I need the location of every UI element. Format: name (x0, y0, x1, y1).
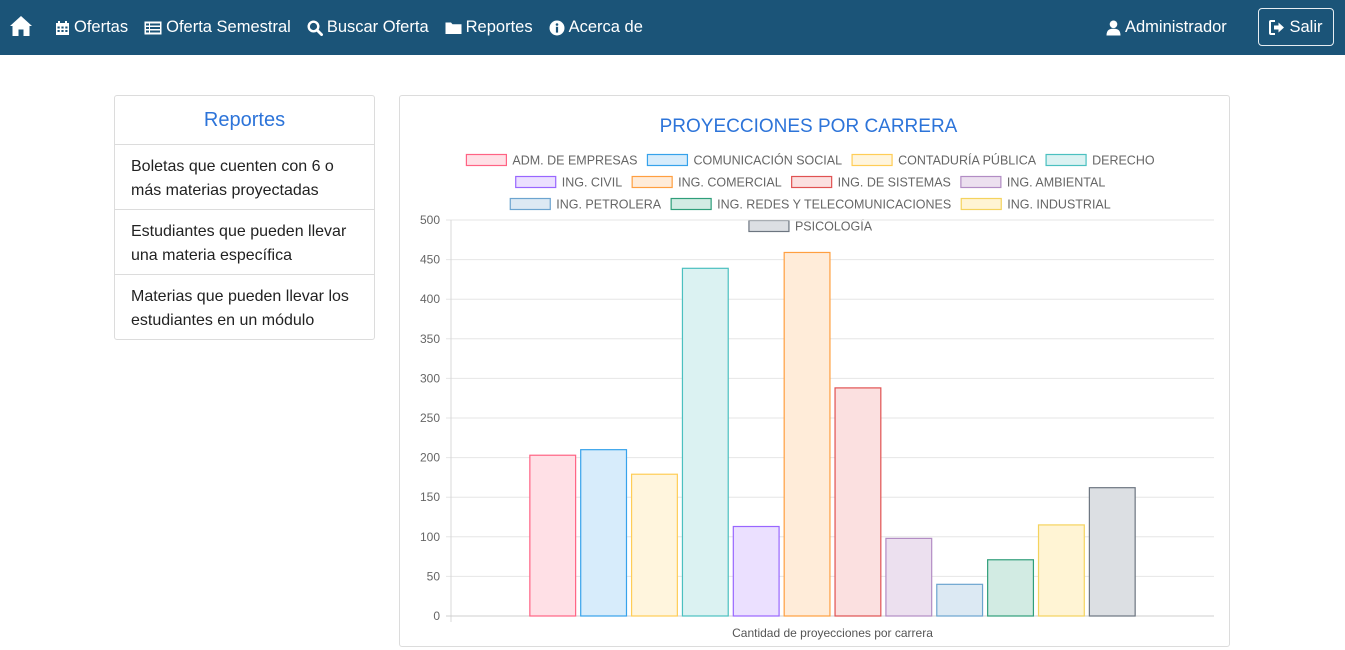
user-icon (1106, 20, 1121, 35)
bar (681, 267, 729, 617)
legend-label: ING. AMBIENTAL (1007, 176, 1105, 190)
legend-label: CONTADURÍA PÚBLICA (898, 153, 1037, 168)
legend-label: ING. INDUSTRIAL (1007, 198, 1111, 212)
legend-label: DERECHO (1092, 154, 1155, 168)
bar (630, 473, 678, 617)
folder-icon (445, 22, 462, 34)
legend-swatch (960, 175, 1002, 189)
legend-label: ING. DE SISTEMAS (838, 176, 951, 190)
legend-label: ING. COMERCIAL (678, 176, 782, 190)
legend-swatch (509, 197, 551, 211)
info-icon (549, 20, 565, 35)
sign-out-icon (1269, 19, 1285, 35)
legend-swatch (1045, 153, 1087, 167)
list-card-icon (144, 21, 162, 34)
legend-label: ADM. DE EMPRESAS (512, 154, 637, 168)
legend-label: PSICOLOGÍA (795, 219, 873, 234)
bar (732, 525, 780, 617)
legend-label: ING. PETROLERA (556, 198, 662, 212)
bar (529, 454, 577, 617)
y-tick-label: 200 (420, 451, 440, 465)
legend-label: ING. CIVIL (562, 176, 622, 190)
legend-swatch (791, 175, 833, 189)
user-name: Administrador (1125, 18, 1227, 36)
legend-swatch (515, 175, 557, 189)
x-axis-label: Cantidad de proyecciones por carrera (732, 626, 933, 640)
legend-swatch (631, 175, 673, 189)
nav-item-label: Acerca de (568, 18, 643, 36)
y-tick-label: 500 (420, 213, 440, 227)
reports-sidebar: Reportes Boletas que cuenten con 6 o más… (114, 95, 375, 340)
y-tick-label: 150 (420, 490, 440, 504)
y-tick-label: 0 (433, 609, 440, 623)
legend-swatch (646, 153, 689, 167)
nav-item-label: Buscar Oferta (326, 18, 429, 36)
legend-swatch (960, 197, 1002, 211)
legend-swatch (465, 153, 508, 167)
nav-item-ofertas[interactable]: Ofertas (55, 18, 128, 37)
nav-item-label: Oferta Semestral (166, 18, 291, 36)
logout-button[interactable]: Salir (1258, 8, 1334, 46)
legend-label: COMUNICACIÓN SOCIAL (693, 153, 842, 168)
top-navbar: Ofertas Oferta Semestral Buscar Oferta R… (0, 0, 1345, 55)
y-tick-label: 350 (420, 332, 440, 346)
bar (885, 537, 933, 617)
chart-title: PROYECCIONES POR CARRERA (660, 116, 958, 137)
nav-item-buscar-oferta[interactable]: Buscar Oferta (307, 18, 429, 37)
legend-swatch (670, 197, 712, 211)
y-tick-label: 450 (420, 253, 440, 267)
search-icon (307, 19, 323, 36)
y-tick-label: 50 (427, 569, 441, 583)
nav-item-oferta-semestral[interactable]: Oferta Semestral (144, 18, 291, 37)
bar (834, 387, 882, 617)
legend-swatch (748, 219, 790, 233)
bar (1088, 487, 1136, 617)
bar (987, 559, 1035, 617)
sidebar-item-materias-modulo[interactable]: Materias que pueden llevar los estudiant… (115, 275, 374, 340)
legend-swatch (851, 153, 893, 167)
projections-bar-chart: PROYECCIONES POR CARRERA ADM. DE EMPRESAS… (420, 116, 1214, 640)
sidebar-item-estudiantes-materia[interactable]: Estudiantes que pueden llevar una materi… (115, 210, 374, 275)
nav-item-acerca-de[interactable]: Acerca de (549, 18, 643, 37)
y-tick-label: 300 (420, 371, 440, 385)
home-icon[interactable] (9, 15, 33, 39)
y-tick-label: 400 (420, 292, 440, 306)
y-tick-label: 100 (420, 530, 440, 544)
nav-item-reportes[interactable]: Reportes (445, 18, 533, 37)
user-menu[interactable]: Administrador (1106, 0, 1227, 55)
calendar-icon (56, 20, 69, 35)
sidebar-title: Reportes (115, 96, 374, 145)
legend-label: ING. REDES Y TELECOMUNICACIONES (717, 198, 951, 212)
nav-menu: Ofertas Oferta Semestral Buscar Oferta R… (55, 0, 659, 55)
y-tick-label: 250 (420, 411, 440, 425)
nav-item-label: Ofertas (74, 18, 129, 36)
nav-item-label: Reportes (465, 18, 533, 36)
sidebar-item-boletas[interactable]: Boletas que cuenten con 6 o más materias… (115, 145, 374, 210)
bar (783, 251, 831, 617)
logout-label: Salir (1289, 17, 1323, 36)
chart-card: PROYECCIONES POR CARRERA ADM. DE EMPRESAS… (399, 95, 1230, 647)
bar (1037, 524, 1085, 617)
bar (936, 583, 984, 617)
bar (580, 449, 628, 617)
